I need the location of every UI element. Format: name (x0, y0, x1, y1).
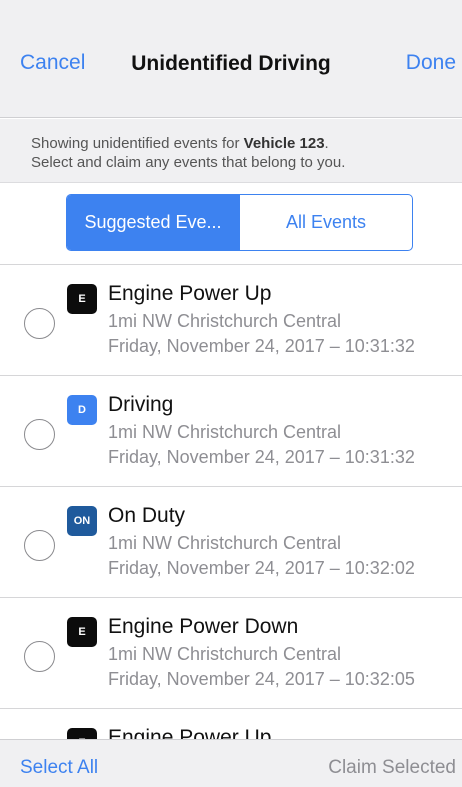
event-location: 1mi NW Christchurch Central (108, 644, 342, 664)
select-radio[interactable] (24, 641, 55, 672)
claim-selected-button[interactable]: Claim Selected (328, 757, 456, 779)
event-type-badge-icon: ON (67, 506, 97, 536)
event-row[interactable]: E Engine Power Down 1mi NW Christchurch Ce… (0, 598, 462, 709)
event-row[interactable]: D Driving 1mi NW Christchurch Central Frida… (0, 376, 462, 487)
event-location: 1mi NW Christchurch Central (108, 311, 342, 331)
event-row[interactable]: E Engine Power Up (0, 709, 462, 739)
event-title: Driving (108, 393, 174, 416)
event-type-badge-icon: D (67, 395, 97, 425)
select-radio[interactable] (24, 308, 55, 339)
tab-suggested-events[interactable]: Suggested Eve... (67, 195, 240, 250)
event-type-badge-icon: E (67, 728, 97, 739)
info-prefix: Showing unidentified events for (31, 135, 244, 152)
select-all-button[interactable]: Select All (20, 757, 98, 779)
event-time: Friday, November 24, 2017 – 10:31:32 (108, 447, 415, 467)
event-type-badge-icon: E (67, 284, 97, 314)
info-line-2: Select and claim any events that belong … (31, 154, 346, 171)
tab-all-events[interactable]: All Events (240, 195, 412, 250)
select-radio[interactable] (24, 419, 55, 450)
event-time: Friday, November 24, 2017 – 10:32:02 (108, 558, 415, 578)
nav-bar: Cancel Unidentified Driving Done (0, 0, 462, 118)
event-list[interactable]: E Engine Power Up 1mi NW Christchurch Cent… (0, 265, 462, 739)
select-radio[interactable] (24, 530, 55, 561)
info-suffix: . (324, 135, 329, 152)
event-title: On Duty (108, 504, 186, 527)
event-title: Engine Power Up (108, 726, 272, 739)
event-row[interactable]: E Engine Power Up 1mi NW Christchurch Cent… (0, 265, 462, 376)
event-location: 1mi NW Christchurch Central (108, 422, 342, 442)
done-button[interactable]: Done (406, 51, 456, 75)
event-filter-segmented-control: Suggested Eve... All Events (66, 194, 413, 251)
event-type-badge-icon: E (67, 617, 97, 647)
event-time: Friday, November 24, 2017 – 10:31:32 (108, 336, 415, 356)
cancel-button[interactable]: Cancel (20, 51, 85, 75)
info-line-1: Showing unidentified events for Vehicle … (31, 134, 462, 153)
vehicle-name: Vehicle 123 (243, 135, 325, 152)
event-time: Friday, November 24, 2017 – 10:32:05 (108, 669, 415, 689)
bottom-toolbar: Select All Claim Selected (0, 739, 462, 787)
event-location: 1mi NW Christchurch Central (108, 533, 342, 553)
info-banner: Showing unidentified events for Vehicle … (0, 119, 462, 183)
event-title: Engine Power Down (108, 615, 299, 638)
event-row[interactable]: ON On Duty 1mi NW Christchurch Central Frid… (0, 487, 462, 598)
event-title: Engine Power Up (108, 282, 272, 305)
